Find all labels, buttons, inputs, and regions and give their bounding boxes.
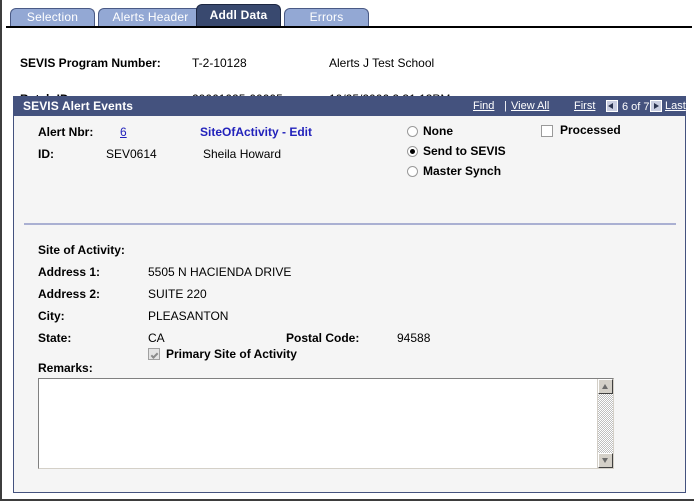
remarks-textarea[interactable] (38, 378, 614, 469)
id-label: ID: (38, 147, 54, 161)
site-of-activity-heading: Site of Activity: (38, 243, 125, 257)
first-link[interactable]: First (574, 100, 595, 112)
section-divider (24, 223, 676, 225)
address1-label: Address 1: (38, 265, 101, 279)
header-row-program: SEVIS Program Number: T-2-10128 Alerts J… (2, 56, 692, 74)
processed-checkbox[interactable] (541, 125, 553, 137)
alert-nbr-label: Alert Nbr: (38, 125, 94, 139)
nav-separator: | (504, 100, 507, 112)
event-type-edit-link[interactable]: SiteOfActivity - Edit (200, 125, 312, 139)
last-link[interactable]: Last (665, 100, 686, 112)
school-name-value: Alerts J Test School (329, 56, 435, 70)
previous-row-icon[interactable] (606, 100, 618, 112)
next-row-icon[interactable] (650, 100, 662, 112)
option-none-label[interactable]: None (423, 124, 453, 138)
state-label: State: (38, 331, 72, 345)
row-counter: 6 of 7 (622, 101, 650, 113)
person-name-value: Sheila Howard (203, 147, 282, 161)
scroll-up-icon[interactable] (598, 379, 613, 394)
radio-master-synch-icon[interactable] (407, 166, 418, 177)
program-number-label: SEVIS Program Number: (20, 56, 161, 70)
id-value: SEV0614 (106, 147, 157, 161)
city-label: City: (38, 309, 65, 323)
sevis-alert-events-panel: SEVIS Alert Events Find | View All First… (13, 96, 686, 493)
tab-selection[interactable]: Selection (10, 8, 95, 26)
header-info: SEVIS Program Number: T-2-10128 Alerts J… (2, 32, 692, 106)
address2-value: SUITE 220 (148, 287, 207, 301)
tab-strip: Selection Alerts Header Addl Data Errors (6, 4, 692, 28)
remarks-scrollbar[interactable] (597, 379, 613, 468)
postal-code-label: Postal Code: (286, 331, 360, 345)
tab-errors[interactable]: Errors (284, 8, 369, 26)
page-frame: Selection Alerts Header Addl Data Errors… (0, 0, 694, 501)
radio-none-icon[interactable] (407, 126, 418, 137)
tab-addl-data[interactable]: Addl Data (196, 4, 281, 26)
option-send-to-sevis-label[interactable]: Send to SEVIS (423, 144, 506, 158)
primary-site-label[interactable]: Primary Site of Activity (166, 347, 297, 361)
remarks-label: Remarks: (38, 361, 93, 375)
program-number-value: T-2-10128 (192, 56, 247, 70)
chevron-left-icon (608, 103, 613, 109)
chevron-right-icon (654, 103, 659, 109)
city-value: PLEASANTON (148, 309, 229, 323)
primary-site-checkbox[interactable] (148, 348, 160, 360)
tab-alerts-header[interactable]: Alerts Header (98, 8, 203, 26)
address2-label: Address 2: (38, 287, 101, 301)
scroll-down-icon[interactable] (598, 453, 613, 468)
find-link[interactable]: Find (473, 100, 494, 112)
alert-nbr-link[interactable]: 6 (120, 125, 127, 139)
radio-send-to-sevis-icon[interactable] (407, 146, 418, 157)
panel-title: SEVIS Alert Events (23, 99, 134, 113)
address1-value: 5505 N HACIENDA DRIVE (148, 265, 292, 279)
tab-underline (6, 26, 692, 28)
view-all-link[interactable]: View All (511, 100, 549, 112)
triangle-down-icon (602, 458, 608, 463)
postal-code-value: 94588 (397, 331, 431, 345)
state-value: CA (148, 331, 165, 345)
processed-label[interactable]: Processed (560, 123, 621, 137)
option-master-synch-label[interactable]: Master Synch (423, 164, 501, 178)
panel-header: SEVIS Alert Events Find | View All First… (14, 97, 686, 116)
triangle-up-icon (602, 384, 608, 389)
